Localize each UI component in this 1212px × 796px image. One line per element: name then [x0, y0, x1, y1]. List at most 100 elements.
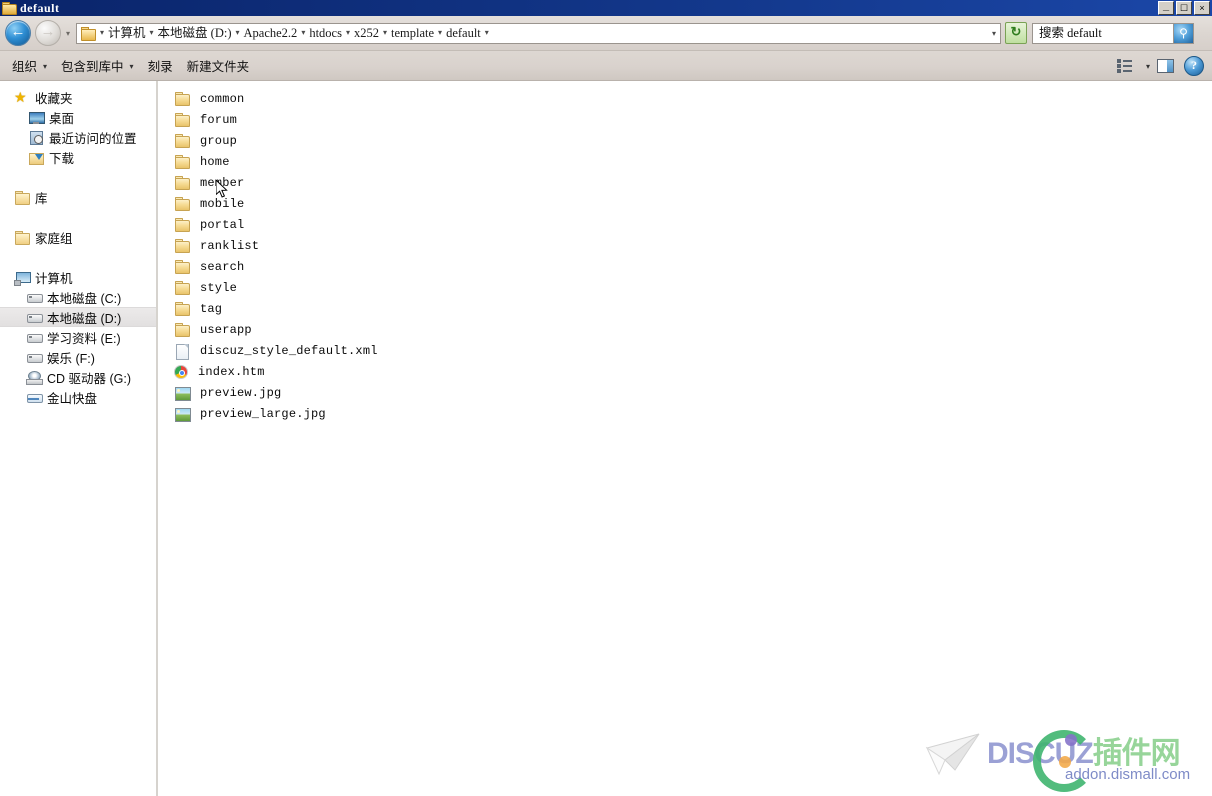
- search-icon: ⚲: [1174, 24, 1193, 43]
- breadcrumb-item-1[interactable]: 本地磁盘 (D:): [156, 24, 234, 42]
- burn-button[interactable]: 刻录: [141, 55, 180, 77]
- nav-group-homegroup: 家庭组: [0, 227, 156, 247]
- hard-drive-icon: [26, 310, 42, 324]
- sidebar-item-label: 计算机: [35, 268, 73, 287]
- list-item[interactable]: forum: [158, 109, 1212, 130]
- breadcrumb-item-4[interactable]: x252: [352, 24, 381, 42]
- list-item-label: preview.jpg: [200, 386, 281, 400]
- folder-icon: [174, 112, 190, 128]
- breadcrumb-separator[interactable]: ▾: [344, 24, 352, 42]
- sidebar-item-homegroup[interactable]: 家庭组: [0, 227, 156, 247]
- navigation-bar: ← → ▾ ▾ 计算机 ▾ 本地磁盘 (D:) ▾ Apache2.2 ▾ ht…: [0, 16, 1212, 51]
- list-item-label: userapp: [200, 323, 252, 337]
- organize-button[interactable]: 组织 ▾: [5, 55, 54, 77]
- preview-pane-icon: [1157, 59, 1174, 73]
- list-item[interactable]: userapp: [158, 319, 1212, 340]
- breadcrumb-item-0[interactable]: 计算机: [106, 24, 148, 42]
- file-list-pane[interactable]: common forum group home member mobile: [158, 81, 1212, 796]
- list-item[interactable]: tag: [158, 298, 1212, 319]
- sidebar-item-libraries[interactable]: 库: [0, 187, 156, 207]
- search-button[interactable]: ⚲: [1173, 24, 1193, 43]
- list-item[interactable]: portal: [158, 214, 1212, 235]
- back-button[interactable]: ←: [5, 20, 31, 46]
- list-item[interactable]: group: [158, 130, 1212, 151]
- computer-icon: [14, 270, 30, 284]
- kuaipan-drive-icon: [26, 390, 42, 404]
- sidebar-item-drive-e[interactable]: 学习资料 (E:): [0, 327, 156, 347]
- sidebar-item-drive-f[interactable]: 娱乐 (F:): [0, 347, 156, 367]
- list-item[interactable]: search: [158, 256, 1212, 277]
- list-item-label: home: [200, 155, 230, 169]
- sidebar-item-downloads[interactable]: 下载: [0, 147, 156, 167]
- chevron-down-icon[interactable]: ▾: [992, 29, 996, 38]
- help-button[interactable]: ?: [1184, 56, 1204, 76]
- list-item[interactable]: preview_large.jpg: [158, 403, 1212, 424]
- view-layout-icon: [1117, 59, 1133, 73]
- cd-drive-icon: [26, 370, 42, 384]
- hard-drive-icon: [26, 330, 42, 344]
- close-button[interactable]: ×: [1194, 1, 1210, 15]
- refresh-button[interactable]: ↻: [1005, 22, 1027, 44]
- help-icon: ?: [1185, 57, 1203, 75]
- list-item[interactable]: style: [158, 277, 1212, 298]
- sidebar-item-recent-places[interactable]: 最近访问的位置: [0, 127, 156, 147]
- breadcrumb-item-6[interactable]: default: [444, 24, 483, 42]
- sidebar-item-label: 金山快盘: [47, 388, 97, 407]
- search-box[interactable]: 搜索 default ⚲: [1032, 23, 1194, 44]
- sidebar-item-label: 本地磁盘 (D:): [47, 308, 121, 327]
- change-view-button[interactable]: [1112, 55, 1138, 77]
- sidebar-item-computer[interactable]: 计算机: [0, 267, 156, 287]
- list-item[interactable]: preview.jpg: [158, 382, 1212, 403]
- maximize-button[interactable]: ☐: [1176, 1, 1192, 15]
- sidebar-item-desktop[interactable]: 桌面: [0, 107, 156, 127]
- breadcrumb-separator[interactable]: ▾: [483, 24, 491, 42]
- sidebar-item-drive-g[interactable]: CD 驱动器 (G:): [0, 367, 156, 387]
- forward-button[interactable]: →: [35, 20, 61, 46]
- folder-icon: [174, 259, 190, 275]
- sidebar-item-drive-d[interactable]: 本地磁盘 (D:): [0, 307, 156, 327]
- burn-label: 刻录: [148, 56, 173, 75]
- breadcrumb-separator[interactable]: ▾: [299, 24, 307, 42]
- breadcrumb-separator[interactable]: ▾: [148, 24, 156, 42]
- folder-icon: [174, 133, 190, 149]
- breadcrumb-item-3[interactable]: htdocs: [307, 24, 344, 42]
- list-item[interactable]: common: [158, 88, 1212, 109]
- list-item-label: mobile: [200, 197, 244, 211]
- folder-icon: [174, 217, 190, 233]
- hard-drive-icon: [26, 290, 42, 304]
- list-item[interactable]: mobile: [158, 193, 1212, 214]
- organize-label: 组织: [12, 56, 37, 75]
- breadcrumb-item-2[interactable]: Apache2.2: [242, 24, 300, 42]
- chevron-down-icon[interactable]: ▾: [1146, 62, 1150, 71]
- breadcrumb-separator[interactable]: ▾: [381, 24, 389, 42]
- list-item-label: ranklist: [200, 239, 259, 253]
- folder-icon: [80, 26, 96, 40]
- breadcrumb-separator[interactable]: ▾: [234, 24, 242, 42]
- list-item[interactable]: discuz_style_default.xml: [158, 340, 1212, 361]
- sidebar-item-favorites[interactable]: ★ 收藏夹: [0, 87, 156, 107]
- show-preview-pane-button[interactable]: [1152, 55, 1178, 77]
- sidebar-item-drive-c[interactable]: 本地磁盘 (C:): [0, 287, 156, 307]
- breadcrumb-item-5[interactable]: template: [389, 24, 436, 42]
- list-item[interactable]: ranklist: [158, 235, 1212, 256]
- library-folder-icon: [14, 190, 30, 204]
- sidebar-item-kuaipan[interactable]: 金山快盘: [0, 387, 156, 407]
- list-item[interactable]: home: [158, 151, 1212, 172]
- minimize-button[interactable]: _: [1158, 1, 1174, 15]
- address-bar[interactable]: ▾ 计算机 ▾ 本地磁盘 (D:) ▾ Apache2.2 ▾ htdocs ▾…: [76, 23, 1001, 44]
- folder-icon: [174, 238, 190, 254]
- recent-places-icon: [28, 130, 44, 144]
- list-item[interactable]: member: [158, 172, 1212, 193]
- folder-icon: [174, 322, 190, 338]
- breadcrumb-separator[interactable]: ▾: [98, 24, 106, 42]
- include-in-library-button[interactable]: 包含到库中 ▾: [54, 55, 141, 77]
- hard-drive-icon: [26, 350, 42, 364]
- list-item-label: group: [200, 134, 237, 148]
- chevron-down-icon: ▾: [43, 62, 47, 71]
- list-item[interactable]: index.htm: [158, 361, 1212, 382]
- search-input[interactable]: 搜索 default: [1039, 24, 1102, 43]
- star-icon: ★: [14, 90, 30, 104]
- breadcrumb-separator[interactable]: ▾: [436, 24, 444, 42]
- recent-locations-button[interactable]: ▾: [61, 29, 75, 38]
- new-folder-button[interactable]: 新建文件夹: [180, 55, 257, 77]
